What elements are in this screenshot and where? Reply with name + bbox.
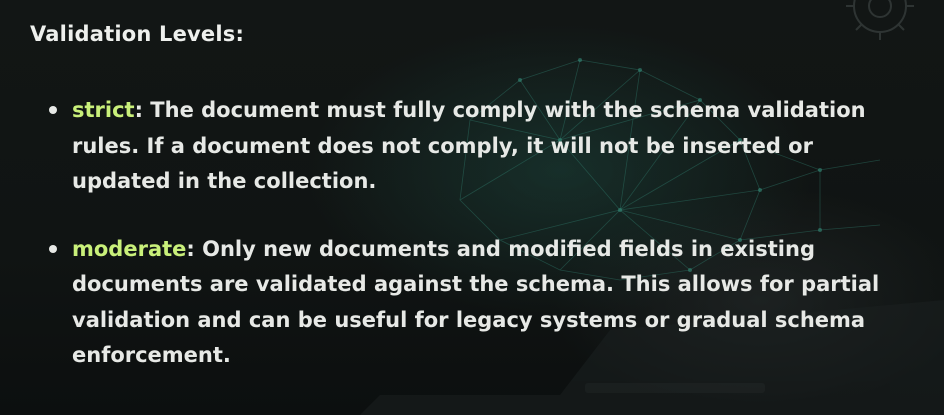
gear-icon [846, 0, 914, 40]
slide-heading: Validation Levels: [30, 22, 245, 46]
list-item-moderate: moderate: Only new documents and modifie… [46, 232, 916, 374]
slide: Validation Levels: strict: The document … [0, 0, 944, 415]
level-description: The document must fully comply with the … [72, 98, 866, 193]
level-separator: : [186, 236, 195, 261]
list-item-strict: strict: The document must fully comply w… [46, 93, 916, 200]
level-separator: : [134, 98, 143, 122]
level-term: strict [72, 98, 135, 122]
bullet-icon [49, 244, 57, 253]
level-term: moderate [72, 236, 187, 261]
validation-levels-list: strict: The document must fully comply w… [46, 93, 916, 374]
bullet-icon [49, 106, 57, 114]
